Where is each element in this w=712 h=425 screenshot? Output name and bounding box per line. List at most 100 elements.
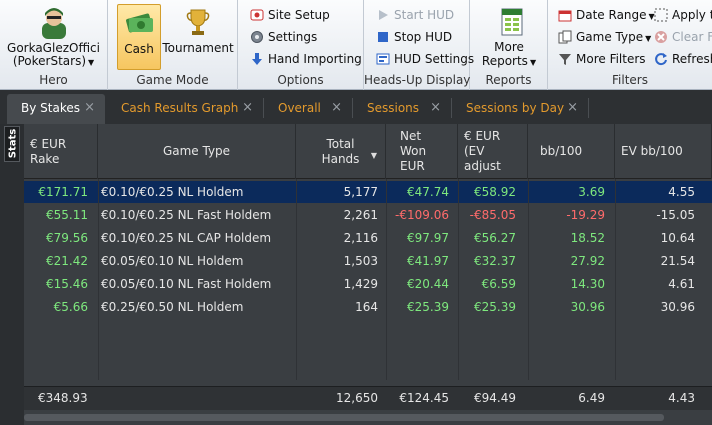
hud-settings-label: HUD Settings xyxy=(394,52,475,66)
column-divider xyxy=(615,179,616,380)
apply-icon xyxy=(654,8,668,22)
tournament-button[interactable]: Tournament xyxy=(162,4,234,70)
header-text: Game Type xyxy=(162,144,231,158)
column-header-rake[interactable]: € EUR Rake xyxy=(24,124,98,179)
tab-sessions[interactable]: Sessions × xyxy=(353,94,451,124)
cell-rake: €171.71 xyxy=(38,185,88,199)
clear-filters-label: Clear Fi xyxy=(672,30,712,44)
more-reports-button[interactable]: More Reports ▼ xyxy=(474,4,544,70)
cell-rake: €79.56 xyxy=(46,231,88,245)
table-row[interactable]: €171.71 €0.10/€0.25 NL Holdem 5,177 €47.74 €… xyxy=(24,181,712,203)
table-row[interactable]: €5.66 €0.25/€0.50 NL Holdem 164 €25.39 €25.3… xyxy=(24,296,712,318)
total-net-won: €124.45 xyxy=(399,391,449,405)
date-range-button[interactable]: Date Range ▼ xyxy=(558,5,655,25)
cell-game-type: €0.05/€0.10 NL Holdem xyxy=(101,254,244,268)
table-row[interactable]: €21.42 €0.05/€0.10 NL Holdem 1,503 €41.97 €3… xyxy=(24,250,712,272)
close-icon[interactable]: × xyxy=(242,94,253,122)
horizontal-scrollbar[interactable] xyxy=(24,410,712,425)
column-divider xyxy=(98,179,99,380)
column-header-ev-bb100[interactable]: EV bb/100 xyxy=(615,124,712,179)
cell-bb100: 18.52 xyxy=(570,231,605,245)
scrollbar-thumb[interactable] xyxy=(24,414,664,421)
column-header-net-won[interactable]: Net Won EUR xyxy=(386,124,458,179)
cell-net-won: €97.97 xyxy=(407,231,449,245)
site-setup-button[interactable]: Site Setup xyxy=(250,5,330,25)
header-text: € EUR xyxy=(30,136,67,151)
cell-ev-bb100: 4.55 xyxy=(668,185,695,199)
stats-side-tab[interactable]: Stats xyxy=(4,126,20,162)
excel-report-icon xyxy=(500,7,524,37)
hud-settings-button[interactable]: HUD Settings xyxy=(376,49,474,69)
cell-rake: €15.46 xyxy=(46,277,88,291)
cell-bb100: 30.96 xyxy=(570,300,605,314)
table-row[interactable]: €15.46 €0.05/€0.10 NL Fast Holdem 1,429 €20… xyxy=(24,273,712,295)
more-filters-button[interactable]: More Filters xyxy=(558,49,646,69)
hud-group-label: Heads-Up Display xyxy=(364,73,471,87)
tab-cash-results-graph[interactable]: Cash Results Graph × xyxy=(107,94,263,124)
cell-ev-bb100: 10.64 xyxy=(660,231,695,245)
clear-x-icon xyxy=(654,30,668,44)
game-type-button[interactable]: Game Type ▼ xyxy=(558,27,651,47)
tab-label: Sessions by Day xyxy=(466,101,565,115)
clear-filters-button[interactable]: Clear Fi xyxy=(654,27,712,47)
header-text: € EUR xyxy=(464,129,501,143)
gear-icon xyxy=(250,30,264,44)
hero-name[interactable]: GorkaGlezOffici xyxy=(0,41,107,55)
cell-total-hands: 5,177 xyxy=(343,185,378,199)
column-header-ev-adjusted[interactable]: € EUR (EV adjust xyxy=(458,124,528,179)
start-hud-button[interactable]: Start HUD xyxy=(376,5,454,25)
hero-site-dropdown[interactable]: (PokerStars) ▼ xyxy=(0,54,107,68)
column-header-game-type[interactable]: Game Type xyxy=(98,124,296,179)
cell-game-type: €0.05/€0.10 NL Fast Holdem xyxy=(101,277,272,291)
cell-ev-bb100: 21.54 xyxy=(660,254,695,268)
cash-button[interactable]: Cash xyxy=(117,4,161,70)
tab-label: By Stakes xyxy=(21,101,80,115)
cell-ev-bb100: 30.96 xyxy=(660,300,695,314)
hud-group: Start HUD Stop HUD HUD Settings Heads-Up… xyxy=(364,0,474,90)
settings-button[interactable]: Settings xyxy=(250,27,317,47)
options-group-label: Options xyxy=(277,73,324,87)
start-hud-label: Start HUD xyxy=(394,8,455,22)
apply-to-button[interactable]: Apply to xyxy=(654,5,712,25)
cell-total-hands: 1,429 xyxy=(343,277,378,291)
column-header-total-hands[interactable]: Total Hands ▼ xyxy=(296,124,386,179)
cell-bb100: 14.30 xyxy=(570,277,605,291)
cell-ev-adjusted: €58.92 xyxy=(474,185,516,199)
tab-overall[interactable]: Overall × xyxy=(264,94,352,124)
hand-importing-button[interactable]: Hand Importing xyxy=(250,49,362,69)
chevron-down-icon: ▼ xyxy=(529,58,537,67)
cell-ev-adjusted: €25.39 xyxy=(474,300,516,314)
import-arrow-icon xyxy=(250,52,264,66)
report-tab-bar: By Stakes × Cash Results Graph × Overall… xyxy=(0,90,712,124)
tab-label: Cash Results Graph xyxy=(121,101,239,115)
stop-hud-label: Stop HUD xyxy=(394,30,453,44)
column-header-bb100[interactable]: bb/100 xyxy=(528,124,615,179)
tab-divider xyxy=(588,98,589,118)
table-row[interactable]: €55.11 €0.10/€0.25 NL Fast Holdem 2,261 -€1… xyxy=(24,204,712,226)
cell-rake: €21.42 xyxy=(46,254,88,268)
chevron-down-icon: ▼ xyxy=(88,58,95,67)
stop-hud-button[interactable]: Stop HUD xyxy=(376,27,452,47)
tab-by-stakes[interactable]: By Stakes × xyxy=(7,94,105,124)
close-icon[interactable]: × xyxy=(331,94,342,122)
stats-grid: € EUR Rake Game Type Total Hands ▼ Net Won E… xyxy=(24,124,712,425)
cell-net-won: €41.97 xyxy=(407,254,449,268)
column-divider xyxy=(458,179,459,380)
close-icon[interactable]: × xyxy=(567,94,578,122)
play-icon xyxy=(376,8,390,22)
close-icon[interactable]: × xyxy=(84,94,95,122)
table-row[interactable]: €79.56 €0.10/€0.25 NL CAP Holdem 2,116 €97.… xyxy=(24,227,712,249)
cell-net-won: €47.74 xyxy=(407,185,449,199)
tab-label: Sessions xyxy=(367,101,420,115)
filters-group-label: Filters xyxy=(612,73,648,87)
more-reports-label-2-wrap: Reports ▼ xyxy=(474,54,544,68)
hero-avatar-icon[interactable] xyxy=(38,5,70,39)
column-divider xyxy=(386,179,387,380)
header-text: Won xyxy=(400,144,427,158)
refresh-button[interactable]: Refresh xyxy=(654,49,712,69)
close-icon[interactable]: × xyxy=(430,94,441,122)
header-text: EV bb/100 xyxy=(621,144,683,158)
header-text: Total xyxy=(326,136,355,151)
tab-sessions-by-day[interactable]: Sessions by Day × xyxy=(452,94,588,124)
totals-row: €348.93 12,650 €124.45 €94.49 6.49 4.43 xyxy=(24,386,712,410)
